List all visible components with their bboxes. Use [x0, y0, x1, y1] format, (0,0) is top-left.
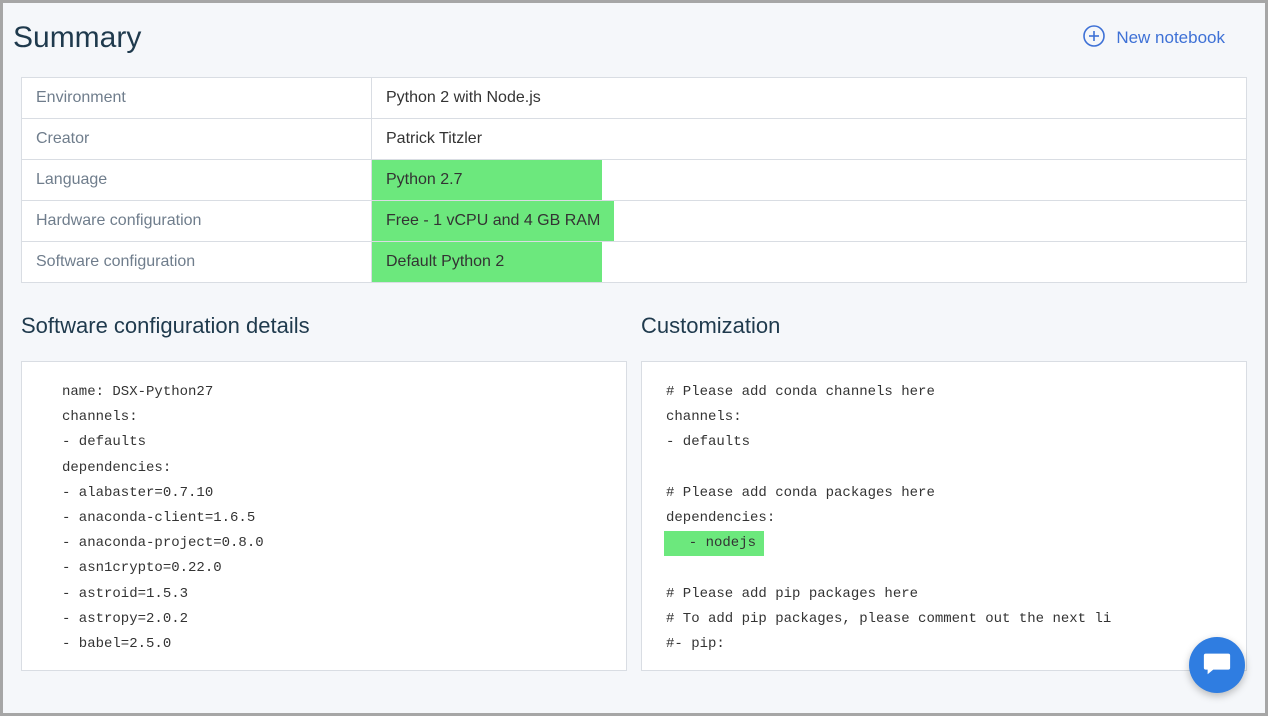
row-key: Hardware configuration: [22, 201, 372, 242]
row-key: Language: [22, 160, 372, 201]
row-key: Environment: [22, 78, 372, 119]
new-notebook-button[interactable]: New notebook: [1082, 24, 1225, 53]
table-row: Software configuration Default Python 2: [22, 242, 1247, 283]
summary-table: Environment Python 2 with Node.js Creato…: [21, 77, 1247, 283]
plus-circle-icon: [1082, 24, 1106, 53]
table-row: Creator Patrick Titzler: [22, 119, 1247, 160]
row-key: Creator: [22, 119, 372, 160]
row-value: Free - 1 vCPU and 4 GB RAM: [372, 201, 1247, 242]
table-row: Hardware configuration Free - 1 vCPU and…: [22, 201, 1247, 242]
customization-title: Customization: [641, 313, 1247, 339]
software-config-code: name: DSX-Python27 channels: - defaults …: [21, 361, 627, 671]
row-value: Patrick Titzler: [372, 119, 1247, 160]
row-value: Python 2.7: [372, 160, 1247, 201]
chat-icon: [1202, 648, 1232, 683]
table-row: Language Python 2.7: [22, 160, 1247, 201]
details-title: Software configuration details: [21, 313, 627, 339]
row-value: Default Python 2: [372, 242, 1247, 283]
table-row: Environment Python 2 with Node.js: [22, 78, 1247, 119]
row-key: Software configuration: [22, 242, 372, 283]
page-title: Summary: [13, 21, 141, 55]
chat-launcher-button[interactable]: [1189, 637, 1245, 693]
customization-code[interactable]: # Please add conda channels here channel…: [641, 361, 1247, 671]
new-notebook-label: New notebook: [1116, 28, 1225, 48]
row-value: Python 2 with Node.js: [372, 78, 1247, 119]
